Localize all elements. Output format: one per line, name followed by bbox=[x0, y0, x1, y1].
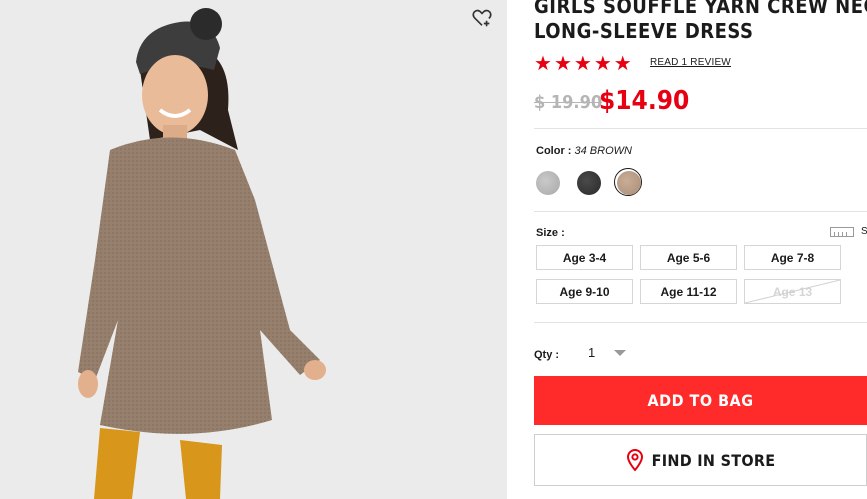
color-label-row: Color : 34 BROWN bbox=[536, 145, 632, 157]
find-in-store-button[interactable]: FIND IN STORE bbox=[534, 434, 867, 486]
divider bbox=[534, 211, 867, 212]
add-to-bag-button[interactable]: ADD TO BAG bbox=[534, 376, 867, 425]
girl-photo-illustration bbox=[0, 0, 507, 499]
divider bbox=[534, 128, 867, 129]
add-to-wishlist-heart-icon[interactable] bbox=[471, 7, 493, 29]
product-image[interactable] bbox=[0, 0, 507, 499]
divider bbox=[534, 322, 867, 323]
size-option-age-7-8[interactable]: Age 7-8 bbox=[744, 245, 841, 270]
star-icon: ★ bbox=[553, 53, 572, 75]
add-to-bag-label: ADD TO BAG bbox=[647, 391, 754, 410]
rating-stars: ★ ★ ★ ★ ★ bbox=[534, 54, 632, 74]
size-option-age-3-4[interactable]: Age 3-4 bbox=[536, 245, 633, 270]
color-swatch-gray[interactable] bbox=[536, 171, 560, 195]
selected-color-value: 34 BROWN bbox=[574, 145, 632, 157]
ruler-icon[interactable] bbox=[830, 227, 854, 237]
size-option-age-13-unavailable: Age 13 bbox=[744, 279, 841, 304]
quantity-select[interactable]: 1 bbox=[588, 345, 595, 360]
size-option-age-9-10[interactable]: Age 9-10 bbox=[536, 279, 633, 304]
product-title: GIRLS SOUFFLE YARN CREW NECK LONG-SLEEVE… bbox=[534, 0, 867, 44]
quantity-label: Qty : bbox=[534, 349, 560, 361]
find-in-store-label: FIND IN STORE bbox=[651, 450, 776, 470]
sale-price: $14.90 bbox=[599, 86, 690, 116]
location-pin-icon bbox=[626, 449, 643, 471]
original-price: $ 19.90 bbox=[534, 92, 603, 113]
product-title-line1: GIRLS SOUFFLE YARN CREW NECK bbox=[534, 0, 867, 18]
star-icon: ★ bbox=[534, 53, 552, 75]
unavailable-slash-icon bbox=[745, 280, 840, 303]
color-swatch-brown[interactable] bbox=[617, 171, 641, 195]
size-option-age-11-12[interactable]: Age 11-12 bbox=[640, 279, 737, 304]
star-icon: ★ bbox=[613, 53, 632, 75]
color-swatch-dark-gray[interactable] bbox=[577, 171, 601, 195]
star-icon: ★ bbox=[593, 53, 612, 75]
read-reviews-link[interactable]: READ 1 REVIEW bbox=[650, 57, 731, 68]
size-chart-link[interactable]: S bbox=[861, 226, 867, 237]
product-title-line2: LONG-SLEEVE DRESS bbox=[534, 19, 754, 43]
size-label: Size : bbox=[536, 227, 565, 239]
chevron-down-icon[interactable] bbox=[614, 350, 626, 356]
size-option-age-5-6[interactable]: Age 5-6 bbox=[640, 245, 737, 270]
star-icon: ★ bbox=[573, 53, 592, 75]
color-label: Color : bbox=[536, 145, 572, 157]
